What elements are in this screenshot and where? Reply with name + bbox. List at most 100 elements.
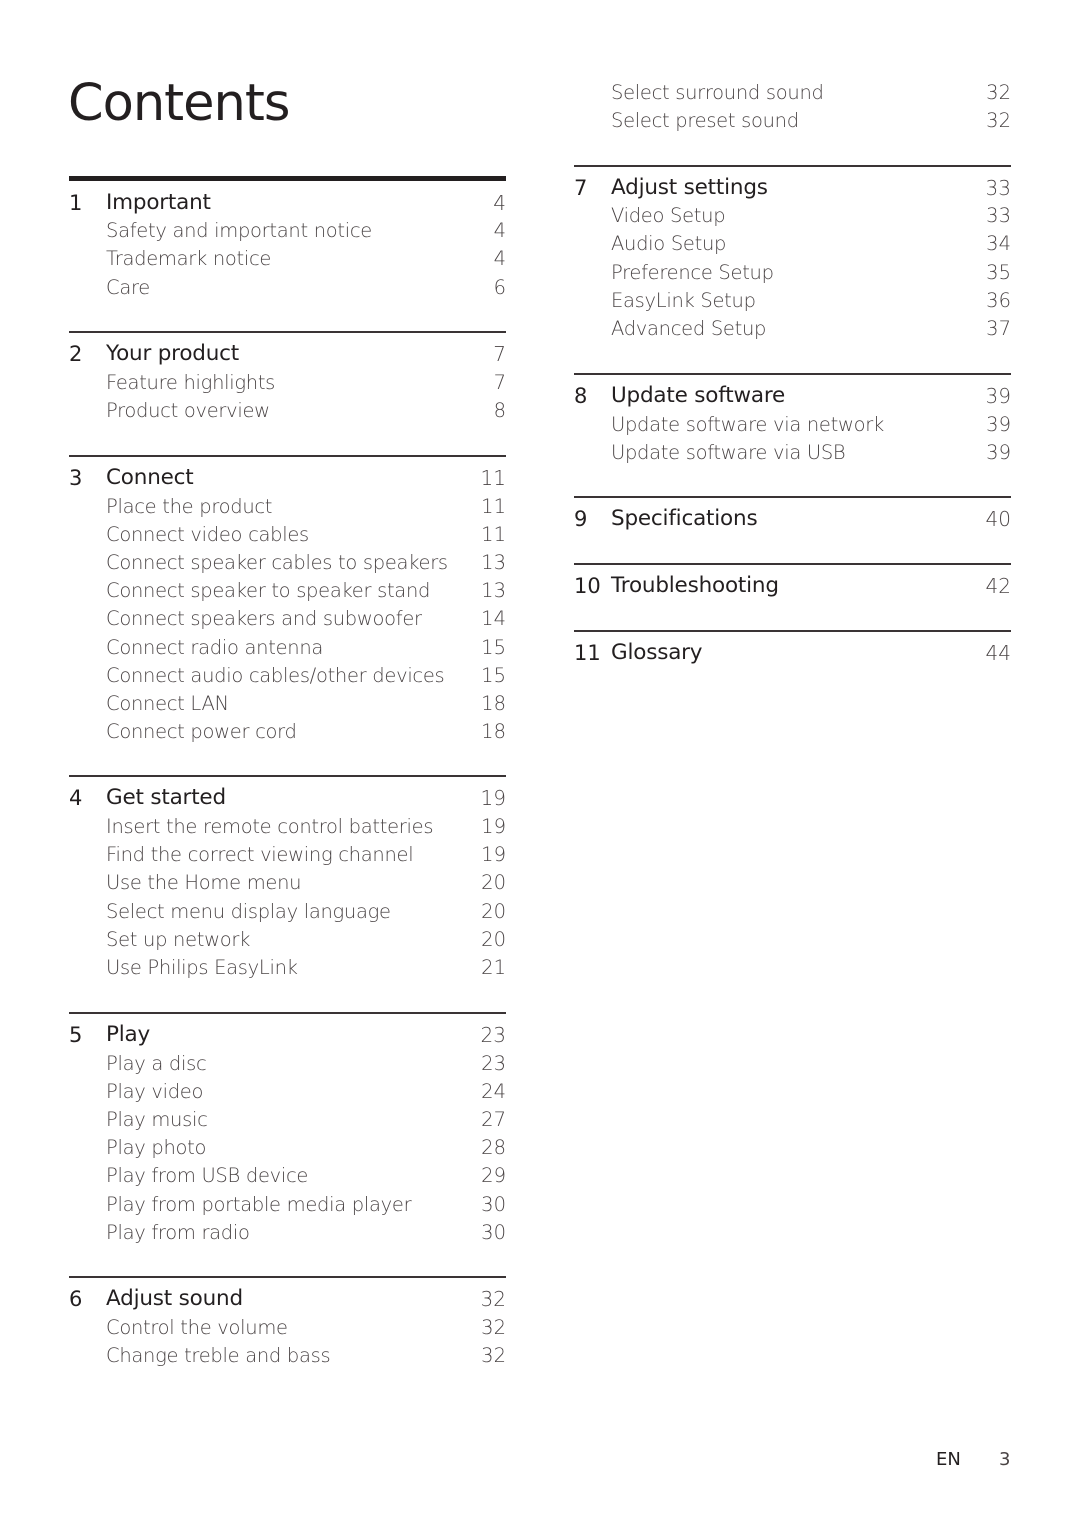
section-number: 3	[69, 466, 83, 490]
page-number: 32	[481, 1316, 506, 1339]
section-number: 2	[69, 342, 83, 366]
toc-item[interactable]: Play from USB device 29	[69, 1162, 506, 1190]
toc-section-3[interactable]: 3 Connect 11	[69, 464, 506, 492]
toc-item[interactable]: EasyLink Setup 36	[574, 287, 1011, 315]
item-label: Play from USB device	[106, 1164, 309, 1187]
section-title: Connect	[106, 465, 194, 490]
toc-item[interactable]: Use Philips EasyLink 21	[69, 954, 506, 982]
toc-item[interactable]: Connect speaker cables to speakers 13	[69, 549, 506, 577]
item-label: Connect speakers and subwoofer	[106, 607, 422, 630]
toc-section-2[interactable]: 2 Your product 7	[69, 340, 506, 368]
page-number: 4	[493, 247, 506, 270]
toc-item[interactable]: Advanced Setup 37	[574, 315, 1011, 343]
page-number: 13	[481, 579, 506, 602]
toc-item[interactable]: Play a disc 23	[69, 1050, 506, 1078]
page-number: 15	[481, 664, 506, 687]
toc-section-11[interactable]: 11 Glossary 44	[574, 639, 1011, 667]
toc-section-5[interactable]: 5 Play 23	[69, 1021, 506, 1049]
toc-item[interactable]: Insert the remote control batteries 19	[69, 813, 506, 841]
toc-item[interactable]: Connect audio cables/other devices 15	[69, 662, 506, 690]
toc-item[interactable]: Audio Setup 34	[574, 230, 1011, 258]
page-number: 21	[481, 956, 506, 979]
toc-item[interactable]: Connect power cord 18	[69, 718, 506, 746]
section-title: Specifications	[611, 506, 758, 531]
toc-section-4[interactable]: 4 Get started 19	[69, 784, 506, 812]
toc-section-7[interactable]: 7 Adjust settings 33	[574, 174, 1011, 202]
page-number: 20	[481, 928, 506, 951]
page-title: Contents	[68, 74, 290, 133]
section-number: 6	[69, 1287, 83, 1311]
page-number: 15	[481, 636, 506, 659]
page-number: 37	[986, 317, 1011, 340]
section-divider	[574, 630, 1011, 632]
toc-item[interactable]: Play from portable media player 30	[69, 1191, 506, 1219]
toc-item[interactable]: Connect video cables 11	[69, 521, 506, 549]
toc-item[interactable]: Update software via network 39	[574, 411, 1011, 439]
page-number: 28	[481, 1136, 506, 1159]
toc-item[interactable]: Trademark notice 4	[69, 245, 506, 273]
toc-item[interactable]: Control the volume 32	[69, 1314, 506, 1342]
page-number: 35	[986, 261, 1011, 284]
page-number: 18	[481, 692, 506, 715]
item-label: Connect video cables	[106, 523, 309, 546]
item-label: Select menu display language	[106, 900, 391, 923]
page-number: 42	[985, 574, 1011, 598]
toc-section-10[interactable]: 10 Troubleshooting 42	[574, 572, 1011, 600]
item-label: Play from radio	[106, 1221, 250, 1244]
item-label: Select preset sound	[611, 109, 799, 132]
item-label: Play music	[106, 1108, 208, 1131]
toc-item[interactable]: Find the correct viewing channel 19	[69, 841, 506, 869]
toc-item[interactable]: Connect speaker to speaker stand 13	[69, 577, 506, 605]
item-label: Advanced Setup	[611, 317, 767, 340]
toc-item[interactable]: Play from radio 30	[69, 1219, 506, 1247]
toc-item[interactable]: Set up network 20	[69, 926, 506, 954]
toc-item[interactable]: Connect speakers and subwoofer 14	[69, 605, 506, 633]
page-number: 33	[985, 176, 1011, 200]
language-code: EN	[936, 1449, 961, 1470]
page-number: 36	[986, 289, 1011, 312]
page-number: 39	[986, 441, 1011, 464]
section-divider	[69, 775, 506, 777]
item-label: Use the Home menu	[106, 871, 302, 894]
item-label: Audio Setup	[611, 232, 727, 255]
toc-item[interactable]: Change treble and bass 32	[69, 1342, 506, 1370]
section-divider	[574, 165, 1011, 167]
section-divider	[69, 1276, 506, 1278]
page-number: 19	[480, 786, 506, 810]
toc-item[interactable]: Connect radio antenna 15	[69, 634, 506, 662]
section-divider	[69, 1012, 506, 1014]
page-number: 11	[481, 523, 506, 546]
toc-item[interactable]: Play photo 28	[69, 1134, 506, 1162]
toc-item[interactable]: Place the product 11	[69, 493, 506, 521]
page-number: 34	[986, 232, 1011, 255]
item-label: Connect audio cables/other devices	[106, 664, 445, 687]
toc-item[interactable]: Update software via USB 39	[574, 439, 1011, 467]
section-title: Glossary	[611, 640, 703, 665]
toc-item[interactable]: Use the Home menu 20	[69, 869, 506, 897]
toc-section-8[interactable]: 8 Update software 39	[574, 382, 1011, 410]
toc-item[interactable]: Play music 27	[69, 1106, 506, 1134]
item-label: Place the product	[106, 495, 273, 518]
toc-item[interactable]: Select preset sound 32	[574, 107, 1011, 135]
toc-item[interactable]: Play video 24	[69, 1078, 506, 1106]
toc-item[interactable]: Product overview 8	[69, 397, 506, 425]
item-label: EasyLink Setup	[611, 289, 756, 312]
item-label: Connect LAN	[106, 692, 229, 715]
toc-item[interactable]: Select surround sound 32	[574, 79, 1011, 107]
toc-item[interactable]: Care 6	[69, 274, 506, 302]
page-number: 20	[481, 871, 506, 894]
item-label: Update software via USB	[611, 441, 846, 464]
toc-item[interactable]: Video Setup 33	[574, 202, 1011, 230]
toc-item[interactable]: Safety and important notice 4	[69, 217, 506, 245]
section-number: 9	[574, 507, 588, 531]
toc-item[interactable]: Connect LAN 18	[69, 690, 506, 718]
item-label: Feature highlights	[106, 371, 276, 394]
toc-section-9[interactable]: 9 Specifications 40	[574, 505, 1011, 533]
toc-item[interactable]: Select menu display language 20	[69, 898, 506, 926]
item-label: Preference Setup	[611, 261, 774, 284]
toc-section-6[interactable]: 6 Adjust sound 32	[69, 1285, 506, 1313]
toc-item[interactable]: Feature highlights 7	[69, 369, 506, 397]
page-number: 30	[481, 1221, 506, 1244]
toc-section-1[interactable]: 1 Important 4	[69, 189, 506, 217]
toc-item[interactable]: Preference Setup 35	[574, 259, 1011, 287]
